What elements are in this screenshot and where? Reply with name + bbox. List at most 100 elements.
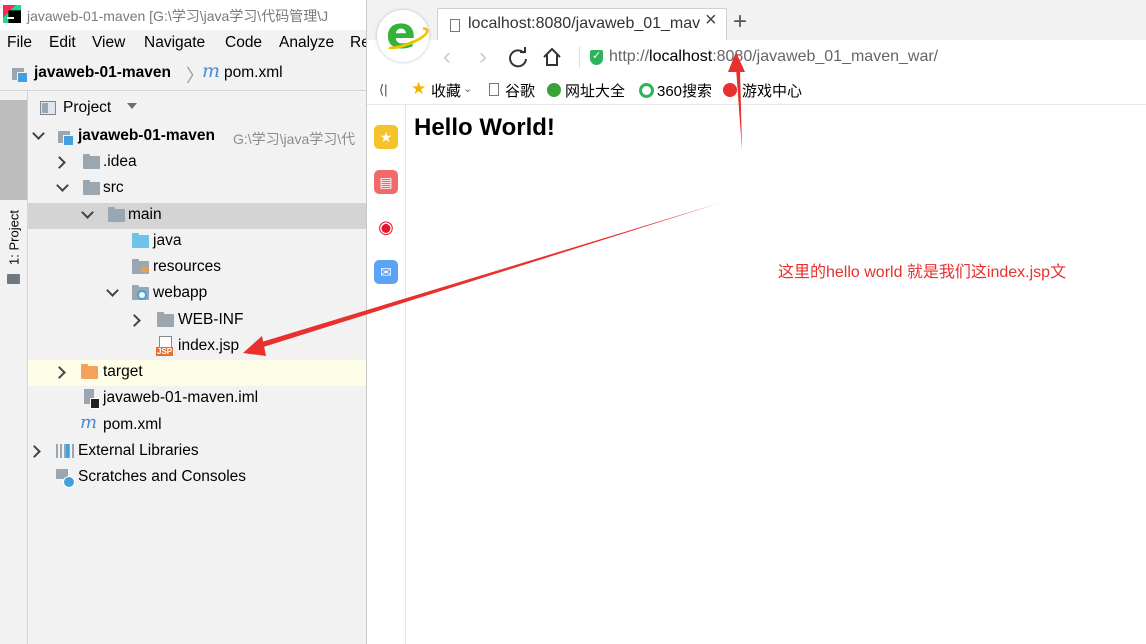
back-button[interactable]: ‹	[435, 45, 459, 70]
module-icon	[58, 130, 74, 146]
tree-row-indexjsp[interactable]: index.jsp	[28, 334, 366, 360]
tree-row-idea[interactable]: .idea	[28, 150, 366, 176]
close-icon[interactable]: ×	[705, 10, 717, 30]
ide-titlebar: javaweb-01-maven [G:\学习\java学习\代码管理\J	[0, 0, 366, 30]
weibo-sidebar-button[interactable]: ◉	[374, 215, 398, 239]
bookmark-favorites[interactable]: 收藏	[431, 80, 461, 101]
source-folder-icon	[132, 233, 149, 248]
forward-button[interactable]: ›	[471, 45, 495, 70]
menu-code[interactable]: Code	[225, 34, 262, 52]
url-scheme: http://	[609, 48, 650, 65]
folder-icon	[83, 180, 100, 195]
jsp-file-icon	[156, 336, 174, 356]
chevron-down-icon[interactable]	[56, 179, 69, 192]
chevron-down-icon[interactable]: ⌄	[463, 82, 472, 95]
home-icon[interactable]	[541, 46, 563, 68]
tree-row-java[interactable]: java	[28, 229, 366, 255]
bookmark-360search[interactable]: 360搜索	[657, 80, 712, 101]
menu-analyze[interactable]: Analyze	[279, 34, 334, 52]
menu-bar: File Edit View Navigate Code Analyze Re	[0, 30, 366, 56]
news-icon: ▤	[379, 174, 393, 190]
tree-row-root[interactable]: javaweb-01-maven G:\学习\java学习\代	[28, 124, 366, 150]
tree-label: main	[128, 206, 162, 223]
window-title: javaweb-01-maven [G:\学习\java学习\代码管理\J	[27, 8, 329, 24]
tree-label: External Libraries	[78, 442, 199, 459]
mail-icon: ✉	[380, 264, 392, 280]
tree-row-pom[interactable]: m pom.xml	[28, 412, 366, 439]
tree-row-extlibs[interactable]: External Libraries	[28, 439, 366, 465]
resources-folder-icon	[132, 259, 149, 274]
refresh-icon[interactable]	[507, 47, 529, 69]
menu-navigate[interactable]: Navigate	[144, 34, 205, 52]
tree-row-iml[interactable]: javaweb-01-maven.iml	[28, 386, 366, 412]
project-view-selector[interactable]: Project	[63, 99, 111, 117]
bookmark-google[interactable]: 谷歌	[505, 80, 535, 101]
breadcrumb-file[interactable]: pom.xml	[224, 64, 283, 82]
tree-row-scratches[interactable]: Scratches and Consoles	[28, 465, 366, 491]
page-icon	[489, 83, 499, 96]
game-center-icon	[723, 83, 737, 97]
folder-icon	[83, 154, 100, 169]
maven-icon: m	[80, 412, 98, 433]
folder-icon	[108, 207, 125, 222]
tree-row-webapp[interactable]: webapp	[28, 281, 366, 307]
address-input[interactable]: http://localhost:8080/javaweb_01_maven_w…	[609, 48, 938, 66]
star-icon: ★	[379, 129, 393, 145]
url-path: :8080/javaweb_01_maven_war/	[712, 48, 939, 65]
bookmark-hao[interactable]: 网址大全	[565, 80, 625, 101]
menu-refactor[interactable]: Re	[350, 34, 366, 52]
favorites-sidebar-button[interactable]: ★	[374, 125, 398, 149]
browser-logo-icon: e	[377, 8, 429, 62]
excluded-folder-icon	[81, 364, 98, 379]
tree-row-webinf[interactable]: WEB-INF	[28, 308, 366, 334]
maven-icon: m	[202, 60, 221, 82]
menu-edit[interactable]: Edit	[49, 34, 76, 52]
url-host: localhost	[649, 48, 713, 65]
chevron-down-icon[interactable]	[127, 103, 137, 109]
collapse-sidebar-button[interactable]: ⟨|	[379, 82, 387, 98]
tree-label: Scratches and Consoles	[78, 468, 247, 485]
tree-label: javaweb-01-maven	[78, 127, 215, 144]
menu-view[interactable]: View	[92, 34, 125, 52]
tree-row-resources[interactable]: resources	[28, 255, 366, 281]
library-icon	[56, 444, 74, 458]
breadcrumb-project[interactable]: javaweb-01-maven	[34, 64, 171, 82]
tree-row-target[interactable]: target	[28, 360, 366, 386]
chevron-right-icon[interactable]	[28, 445, 41, 458]
tree-label: .idea	[103, 153, 137, 170]
browser-tab[interactable]: localhost:8080/javaweb_01_mav	[437, 8, 727, 40]
chevron-down-icon[interactable]	[32, 127, 45, 140]
tree-label: resources	[153, 258, 222, 275]
news-sidebar-button[interactable]: ▤	[374, 170, 398, 194]
page-icon	[450, 19, 460, 32]
bookmark-games[interactable]: 游戏中心	[742, 80, 802, 101]
chevron-right-icon[interactable]	[128, 314, 141, 327]
tree-label: webapp	[153, 284, 208, 301]
chevron-down-icon[interactable]	[106, 284, 119, 297]
intellij-logo-icon	[3, 5, 21, 23]
new-tab-button[interactable]: +	[733, 8, 747, 36]
tree-label: src	[103, 179, 124, 196]
tree-row-main[interactable]: main	[28, 203, 366, 229]
chevron-right-icon[interactable]	[53, 366, 66, 379]
iml-file-icon	[84, 389, 100, 409]
chevron-right-icon[interactable]	[53, 156, 66, 169]
menu-file[interactable]: File	[7, 34, 32, 52]
project-tool-tab-label: 1: Project	[6, 210, 22, 265]
divider	[579, 46, 580, 68]
tree-label: target	[103, 363, 143, 380]
scratches-icon	[56, 469, 75, 488]
tree-label: java	[153, 232, 182, 249]
chevron-down-icon[interactable]	[81, 206, 94, 219]
tab-title: localhost:8080/javaweb_01_mav	[468, 15, 701, 32]
star-icon: ★	[411, 79, 427, 98]
mail-sidebar-button[interactable]: ✉	[374, 260, 398, 284]
secure-shield-icon	[590, 49, 603, 65]
ide-window: javaweb-01-maven [G:\学习\java学习\代码管理\J Fi…	[0, 0, 366, 644]
page-heading: Hello World!	[414, 114, 555, 141]
project-tool-tab[interactable]: 1: Project	[0, 100, 27, 284]
tree-label: index.jsp	[178, 337, 240, 354]
tree-row-src[interactable]: src	[28, 176, 366, 202]
search-360-icon	[639, 83, 654, 98]
browser-window: e localhost:8080/javaweb_01_mav × + ‹ › …	[366, 0, 1146, 644]
